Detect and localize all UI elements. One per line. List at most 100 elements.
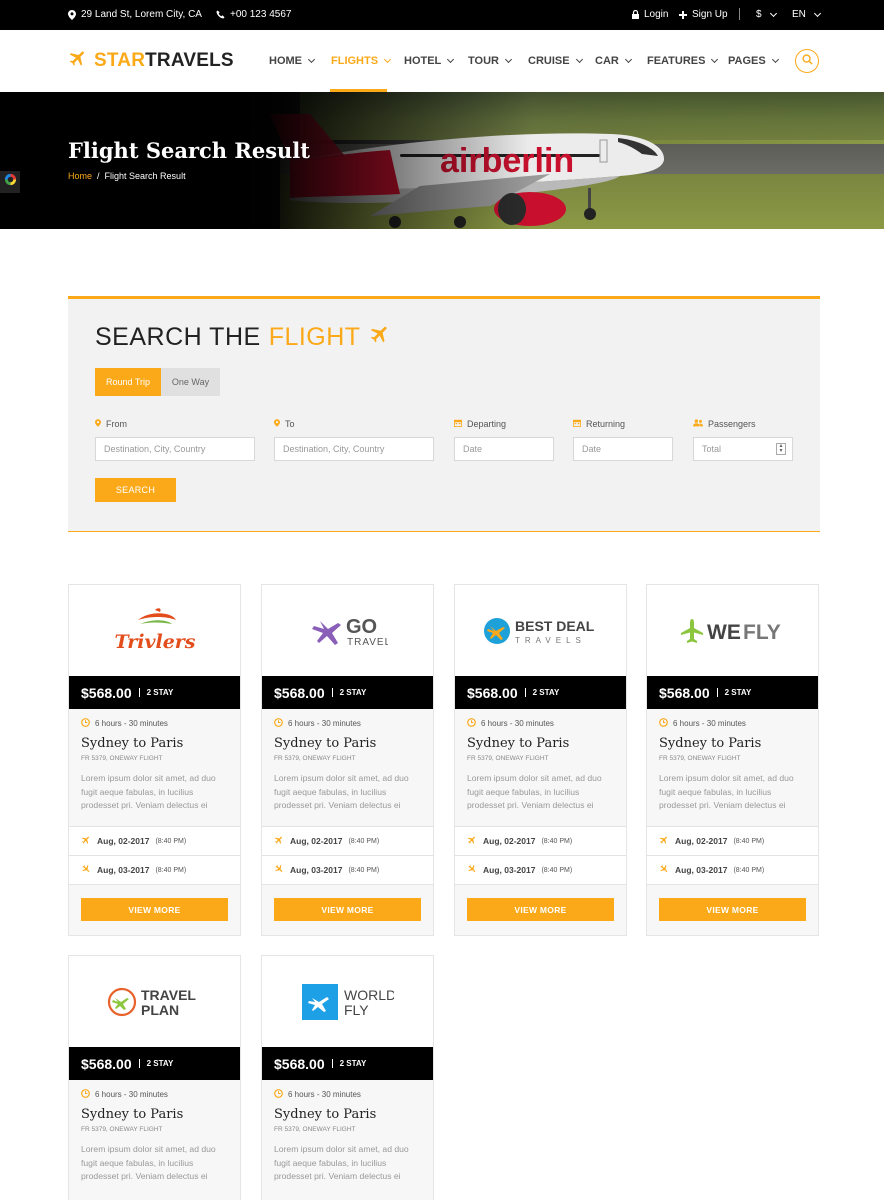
chevron-down-icon bbox=[575, 55, 583, 64]
placeholder-text: Destination, City, Country bbox=[104, 444, 206, 454]
route-title: Sydney to Paris bbox=[274, 736, 377, 751]
airline-logo: Trivlers bbox=[69, 585, 240, 676]
svg-text:TRAVEL: TRAVEL bbox=[141, 987, 196, 1003]
nav-features[interactable]: FEATURES bbox=[647, 55, 719, 67]
field-label-text: Returning bbox=[586, 419, 626, 429]
chevron-down-icon bbox=[624, 55, 632, 64]
arrival-time: (8:40 PM) bbox=[155, 866, 187, 874]
route-title: Sydney to Paris bbox=[81, 1107, 184, 1122]
nav-hotel[interactable]: HOTEL bbox=[404, 55, 455, 67]
view-more-button[interactable]: VIEW MORE bbox=[81, 898, 228, 921]
nav-cruise[interactable]: CRUISE bbox=[528, 55, 583, 67]
plane-landing-icon bbox=[274, 864, 284, 876]
plane-landing-icon bbox=[467, 864, 477, 876]
breadcrumb-home-link[interactable]: Home bbox=[68, 171, 92, 181]
world-fly-logo-icon: WORLD FLY bbox=[301, 983, 394, 1020]
nav-label: HOME bbox=[269, 55, 302, 67]
tab-one-way[interactable]: One Way bbox=[161, 368, 220, 396]
language-selector[interactable]: EN bbox=[792, 9, 821, 20]
departing-label: Departing bbox=[454, 419, 506, 429]
airline-logo: GO TRAVEL bbox=[262, 585, 433, 676]
users-icon bbox=[693, 419, 703, 429]
view-more-button[interactable]: VIEW MORE bbox=[467, 898, 614, 921]
wefly-logo-icon: WE FLY bbox=[680, 618, 781, 644]
flight-number: FR 5379, ONEWAY FLIGHT bbox=[274, 1126, 356, 1133]
search-title: SEARCH THE FLIGHT bbox=[95, 323, 391, 352]
flight-card: TRAVEL PLAN $568.00 2 STAY 6 hours - 30 m… bbox=[68, 955, 241, 1200]
price: $568.00 bbox=[659, 684, 710, 701]
nav-label: CAR bbox=[595, 55, 619, 67]
divider bbox=[739, 8, 740, 20]
passengers-label: Passengers bbox=[693, 419, 756, 429]
flight-number: FR 5379, ONEWAY FLIGHT bbox=[274, 755, 356, 762]
route-title: Sydney to Paris bbox=[274, 1107, 377, 1122]
placeholder-text: Total bbox=[702, 444, 722, 454]
chevron-down-icon bbox=[447, 55, 455, 64]
placeholder-text: Destination, City, Country bbox=[283, 444, 385, 454]
nav-flights[interactable]: FLIGHTS bbox=[331, 55, 392, 67]
flight-number: FR 5379, ONEWAY FLIGHT bbox=[467, 755, 549, 762]
returning-date-input[interactable]: Date bbox=[573, 437, 673, 461]
departure-date-row: Aug, 02-2017 (8:40 PM) bbox=[69, 826, 240, 855]
login-link[interactable]: Login bbox=[632, 9, 668, 20]
nav-label: PAGES bbox=[728, 55, 766, 67]
nav-car[interactable]: CAR bbox=[595, 55, 632, 67]
chevron-down-icon bbox=[813, 9, 821, 17]
search-icon bbox=[801, 52, 813, 70]
color-switcher-button[interactable] bbox=[0, 171, 20, 193]
svg-text:GO: GO bbox=[346, 616, 377, 638]
placeholder-text: Date bbox=[463, 444, 483, 454]
field-label-text: To bbox=[285, 419, 295, 429]
number-stepper[interactable]: ▴ ▾ bbox=[776, 443, 786, 455]
price: $568.00 bbox=[81, 684, 132, 701]
svg-text:FLY: FLY bbox=[344, 1002, 369, 1018]
passengers-input[interactable]: Total ▴ ▾ bbox=[693, 437, 793, 461]
to-input[interactable]: Destination, City, Country bbox=[274, 437, 434, 461]
calendar-icon bbox=[454, 419, 462, 429]
arrival-time: (8:40 PM) bbox=[541, 866, 573, 874]
route-title: Sydney to Paris bbox=[659, 736, 762, 751]
search-title-prefix: SEARCH THE bbox=[95, 323, 261, 351]
flight-card: WE FLY $568.00 2 STAY 6 hours - 30 minute… bbox=[646, 584, 819, 936]
view-more-button[interactable]: VIEW MORE bbox=[659, 898, 806, 921]
wefly-fly: FLY bbox=[743, 621, 781, 644]
field-label-text: Passengers bbox=[708, 419, 756, 429]
signup-link[interactable]: Sign Up bbox=[679, 9, 728, 20]
arrival-date-row: Aug, 03-2017 (8:40 PM) bbox=[69, 855, 240, 884]
nav-pages[interactable]: PAGES bbox=[728, 55, 779, 67]
departing-date-input[interactable]: Date bbox=[454, 437, 554, 461]
to-label: To bbox=[274, 419, 295, 429]
nav-tour[interactable]: TOUR bbox=[468, 55, 513, 67]
hero-banner: airberlin Flight Search Result Home/Flig… bbox=[0, 92, 884, 229]
svg-text:BEST DEAL: BEST DEAL bbox=[515, 618, 595, 634]
stay-badge: 2 STAY bbox=[716, 688, 751, 697]
search-submit-button[interactable]: SEARCH bbox=[95, 478, 176, 502]
price-bar: $568.00 2 STAY bbox=[69, 676, 240, 709]
from-input[interactable]: Destination, City, Country bbox=[95, 437, 255, 461]
departure-date: Aug, 02-2017 bbox=[290, 836, 343, 846]
nav-home[interactable]: HOME bbox=[269, 55, 316, 67]
logo-rest: TRAVELS bbox=[145, 49, 234, 71]
trivlers-logo-icon: Trivlers bbox=[114, 607, 195, 653]
svg-text:Trivlers: Trivlers bbox=[114, 631, 195, 653]
view-more-button[interactable]: VIEW MORE bbox=[274, 898, 421, 921]
svg-text:PLAN: PLAN bbox=[141, 1002, 179, 1018]
plus-icon bbox=[679, 10, 687, 19]
tab-round-trip[interactable]: Round Trip bbox=[95, 368, 161, 396]
search-button[interactable] bbox=[795, 49, 819, 73]
price: $568.00 bbox=[467, 684, 518, 701]
address-info: 29 Land St, Lorem City, CA bbox=[68, 9, 202, 20]
arrival-date: Aug, 03-2017 bbox=[483, 865, 536, 875]
duration: 6 hours - 30 minutes bbox=[467, 718, 554, 729]
route-title: Sydney to Paris bbox=[467, 736, 570, 751]
flight-number: FR 5379, ONEWAY FLIGHT bbox=[659, 755, 741, 762]
chevron-down-icon bbox=[504, 55, 513, 64]
site-logo[interactable]: STARTRAVELS bbox=[68, 48, 234, 73]
from-label: From bbox=[95, 419, 127, 429]
clock-icon bbox=[81, 718, 90, 729]
arrival-date-row: Aug, 03-2017 (8:40 PM) bbox=[647, 855, 818, 884]
phone-info: +00 123 4567 bbox=[216, 9, 291, 20]
svg-text:TRAVELS: TRAVELS bbox=[515, 636, 586, 645]
currency-selector[interactable]: $ bbox=[756, 9, 777, 20]
flight-card: GO TRAVEL $568.00 2 STAY 6 hours - 30 min… bbox=[261, 584, 434, 936]
